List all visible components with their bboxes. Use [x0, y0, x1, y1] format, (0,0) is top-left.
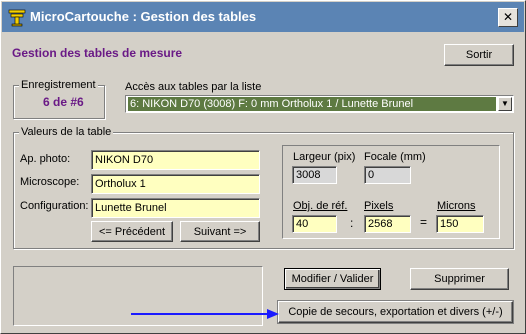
exit-button[interactable]: Sortir: [444, 44, 514, 66]
photo-field[interactable]: NIKON D70: [91, 150, 260, 170]
objref-label: Obj. de réf.: [293, 200, 348, 212]
colon-separator: :: [350, 216, 354, 230]
record-legend: Enregistrement: [19, 79, 98, 91]
configuration-field[interactable]: Lunette Brunel: [91, 198, 260, 218]
width-field: 3008: [292, 166, 337, 184]
page-title: Gestion des tables de mesure: [12, 46, 183, 60]
configuration-label: Configuration:: [20, 200, 89, 212]
close-icon: ✕: [502, 10, 514, 24]
app-icon: [8, 9, 26, 27]
close-button[interactable]: ✕: [498, 8, 518, 27]
modify-validate-button[interactable]: Modifier / Valider: [284, 268, 381, 290]
focal-field: 0: [364, 166, 411, 184]
focal-label: Focale (mm): [364, 151, 426, 163]
photo-label: Ap. photo:: [20, 153, 71, 165]
table-select[interactable]: 6: NIKON D70 (3008) F: 0 mm Ortholux 1 /…: [125, 95, 514, 113]
record-counter: 6 de #6: [43, 95, 84, 109]
table-access-label: Accès aux tables par la liste: [125, 81, 262, 93]
pixels-field[interactable]: 2568: [364, 215, 411, 233]
objref-field[interactable]: 40: [292, 215, 337, 233]
backup-export-button[interactable]: Copie de secours, exportation et divers …: [278, 301, 513, 323]
microns-field[interactable]: 150: [436, 215, 484, 233]
next-button[interactable]: Suivant =>: [180, 221, 260, 242]
title-bar[interactable]: MicroCartouche : Gestion des tables ✕: [2, 2, 524, 32]
app-window: MicroCartouche : Gestion des tables ✕ Ge…: [0, 0, 526, 334]
width-label: Largeur (pix): [293, 151, 356, 163]
table-values-legend: Valeurs de la table: [19, 126, 114, 138]
window-title: MicroCartouche : Gestion des tables: [30, 9, 257, 24]
microscope-field[interactable]: Ortholux 1: [91, 174, 260, 194]
pixels-label: Pixels: [364, 200, 394, 212]
chevron-down-icon[interactable]: ▼: [498, 97, 512, 111]
microns-label: Microns: [437, 200, 476, 212]
delete-button[interactable]: Supprimer: [410, 268, 509, 290]
arrow-annotation: [131, 309, 279, 319]
previous-button[interactable]: <= Précédent: [91, 221, 173, 242]
microscope-label: Microscope:: [20, 176, 80, 188]
table-select-value: 6: NIKON D70 (3008) F: 0 mm Ortholux 1 /…: [128, 97, 496, 111]
equals-separator: =: [420, 215, 428, 229]
